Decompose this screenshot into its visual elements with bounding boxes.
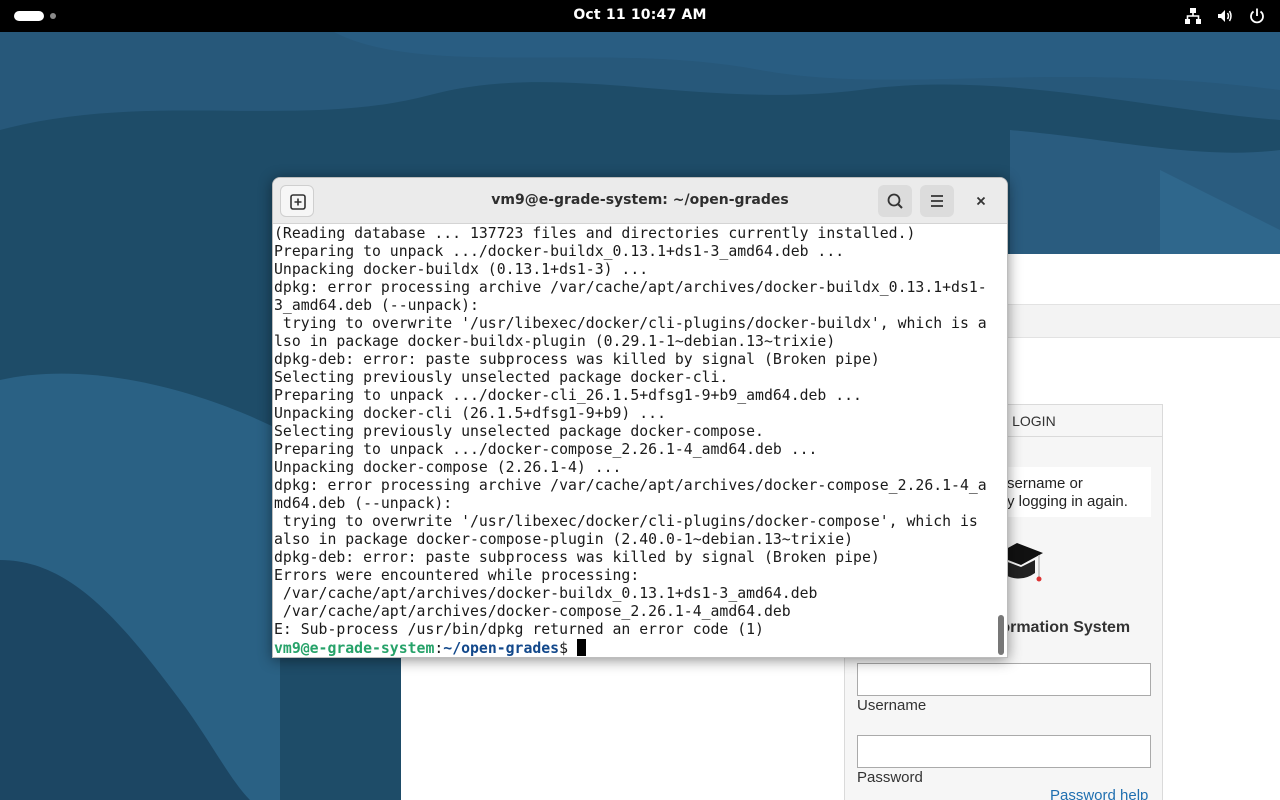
terminal-line: /var/cache/apt/archives/docker-buildx_0.… bbox=[274, 585, 818, 602]
prompt-user-host: vm9@e-grade-system bbox=[274, 640, 435, 657]
password-help-link[interactable]: Password help bbox=[1050, 787, 1148, 800]
terminal-line: Preparing to unpack .../docker-compose_2… bbox=[274, 441, 818, 458]
password-input[interactable] bbox=[857, 735, 1151, 768]
terminal-line: trying to overwrite '/usr/libexec/docker… bbox=[274, 315, 987, 332]
volume-icon[interactable] bbox=[1216, 7, 1234, 25]
text-cursor bbox=[576, 639, 586, 656]
terminal-line: (Reading database ... 137723 files and d… bbox=[274, 225, 916, 242]
terminal-line: Preparing to unpack .../docker-buildx_0.… bbox=[274, 243, 845, 260]
terminal-line: Unpacking docker-cli (26.1.5+dfsg1-9+b9)… bbox=[274, 405, 666, 422]
power-icon[interactable] bbox=[1248, 7, 1266, 25]
prompt-path: ~/open-grades bbox=[443, 640, 560, 657]
terminal-line: dpkg: error processing archive /var/cach… bbox=[274, 477, 987, 494]
terminal-line: lso in package docker-buildx-plugin (0.2… bbox=[274, 333, 836, 350]
terminal-headerbar[interactable]: vm9@e-grade-system: ~/open-grades bbox=[273, 178, 1007, 224]
close-icon bbox=[976, 196, 986, 206]
terminal-line: Errors were encountered while processing… bbox=[274, 567, 640, 584]
terminal-line: /var/cache/apt/archives/docker-compose_2… bbox=[274, 603, 791, 620]
terminal-scrollbar[interactable] bbox=[997, 227, 1005, 657]
terminal-line: E: Sub-process /usr/bin/dpkg returned an… bbox=[274, 621, 764, 638]
close-button[interactable] bbox=[969, 189, 993, 213]
terminal-line: Selecting previously unselected package … bbox=[274, 369, 729, 386]
terminal-line: trying to overwrite '/usr/libexec/docker… bbox=[274, 513, 978, 530]
terminal-line: Preparing to unpack .../docker-cli_26.1.… bbox=[274, 387, 862, 404]
terminal-line: 3_amd64.deb (--unpack): bbox=[274, 297, 479, 314]
network-icon[interactable] bbox=[1184, 7, 1202, 25]
top-bar: Oct 11 10:47 AM bbox=[0, 0, 1280, 32]
login-message-line-2: y logging in again. bbox=[1007, 493, 1128, 510]
system-title: formation System bbox=[995, 619, 1131, 636]
terminal-line: md64.deb (--unpack): bbox=[274, 495, 453, 512]
terminal-line: Unpacking docker-compose (2.26.1-4) ... bbox=[274, 459, 622, 476]
clock[interactable]: Oct 11 10:47 AM bbox=[0, 7, 1280, 23]
system-tray[interactable] bbox=[1184, 6, 1266, 26]
terminal-output[interactable]: (Reading database ... 137723 files and d… bbox=[273, 225, 995, 657]
login-message-line-1: sername or bbox=[1007, 475, 1083, 492]
terminal-line: dpkg-deb: error: paste subprocess was ki… bbox=[274, 549, 880, 566]
scrollbar-thumb[interactable] bbox=[998, 615, 1004, 655]
username-label: Username bbox=[857, 697, 927, 714]
prompt-symbol: $ bbox=[559, 640, 577, 657]
terminal-line: Unpacking docker-buildx (0.13.1+ds1-3) .… bbox=[274, 261, 649, 278]
password-label: Password bbox=[857, 769, 923, 786]
search-icon bbox=[887, 193, 903, 209]
search-button[interactable] bbox=[878, 185, 912, 217]
username-input[interactable] bbox=[857, 663, 1151, 696]
terminal-line: also in package docker-compose-plugin (2… bbox=[274, 531, 854, 548]
menu-button[interactable] bbox=[920, 185, 954, 217]
terminal-line: dpkg: error processing archive /var/cach… bbox=[274, 279, 987, 296]
prompt-separator: : bbox=[434, 640, 444, 657]
terminal-window[interactable]: vm9@e-grade-system: ~/open-grades (Readi… bbox=[272, 177, 1008, 658]
terminal-line: dpkg-deb: error: paste subprocess was ki… bbox=[274, 351, 880, 368]
hamburger-menu-icon bbox=[931, 195, 943, 207]
terminal-prompt[interactable]: vm9@e-grade-system:~/open-grades$ bbox=[274, 639, 995, 657]
terminal-line: Selecting previously unselected package … bbox=[274, 423, 764, 440]
